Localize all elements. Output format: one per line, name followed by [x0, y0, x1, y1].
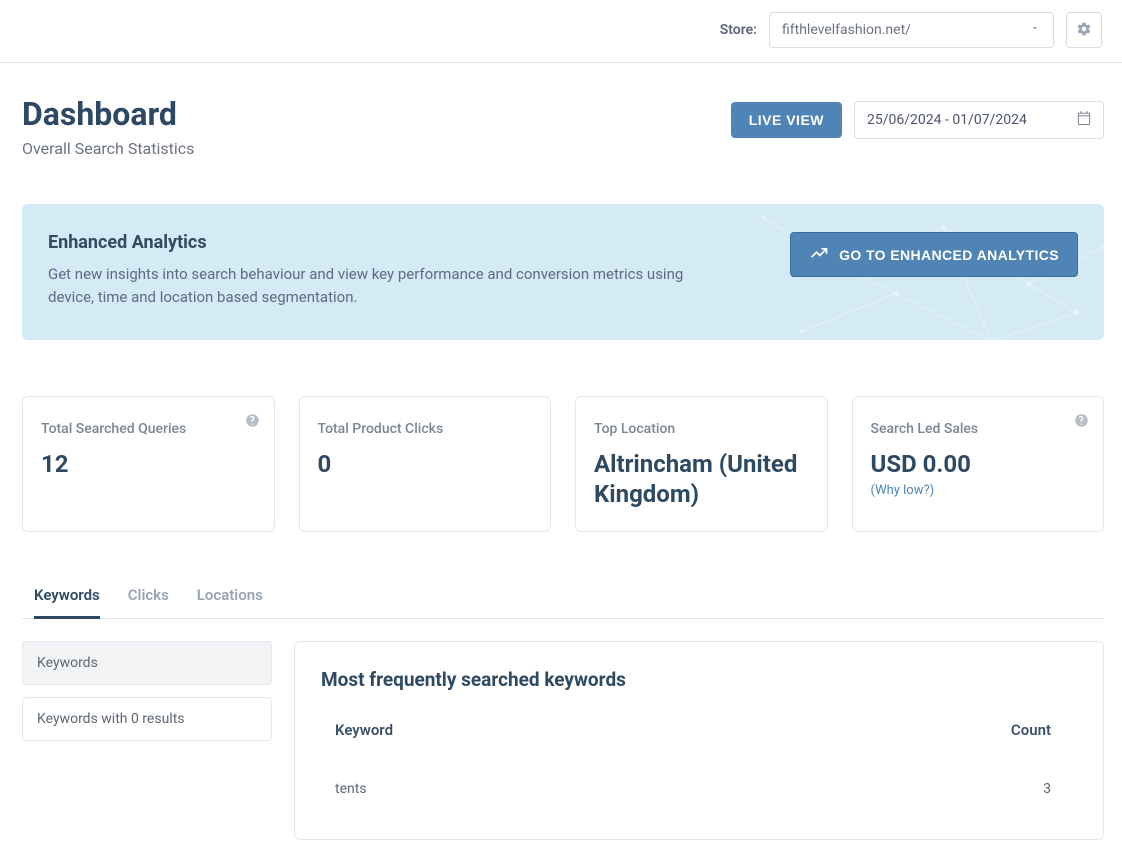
date-range-picker[interactable]: 25/06/2024 - 01/07/2024: [854, 101, 1104, 139]
panel-title: Most frequently searched keywords: [321, 668, 1065, 691]
side-list: Keywords Keywords with 0 results: [22, 641, 272, 840]
calendar-icon: [1077, 111, 1091, 129]
cell-keyword: tents: [335, 781, 367, 797]
gear-icon: [1076, 21, 1092, 40]
live-view-button[interactable]: LIVE VIEW: [731, 102, 842, 138]
page-header: Dashboard Overall Search Statistics LIVE…: [22, 95, 1104, 158]
banner-button-label: GO TO ENHANCED ANALYTICS: [839, 247, 1059, 263]
stat-value: USD 0.00: [871, 449, 1086, 479]
stat-label: Total Searched Queries: [41, 421, 256, 437]
cell-count: 3: [1043, 781, 1051, 797]
stat-label: Top Location: [594, 421, 809, 437]
stat-card-clicks: Total Product Clicks 0: [299, 396, 552, 532]
enhanced-analytics-button[interactable]: GO TO ENHANCED ANALYTICS: [790, 232, 1078, 277]
stat-label: Total Product Clicks: [318, 421, 533, 437]
help-icon[interactable]: [245, 413, 260, 428]
lower-section: Keywords Keywords with 0 results Most fr…: [22, 641, 1104, 840]
tab-locations[interactable]: Locations: [197, 580, 263, 619]
store-select[interactable]: fifthlevelfashion.net/: [769, 12, 1054, 48]
stat-value: 0: [318, 449, 533, 479]
banner-title: Enhanced Analytics: [48, 232, 728, 253]
top-bar: Store: fifthlevelfashion.net/: [0, 0, 1122, 63]
stat-card-location: Top Location Altrincham (United Kingdom): [575, 396, 828, 532]
stat-value: Altrincham (United Kingdom): [594, 449, 809, 509]
tab-keywords[interactable]: Keywords: [34, 580, 100, 619]
keywords-panel: Most frequently searched keywords Keywor…: [294, 641, 1104, 840]
side-item-keywords[interactable]: Keywords: [22, 641, 272, 685]
col-keyword: Keyword: [335, 721, 393, 739]
stats-row: Total Searched Queries 12 Total Product …: [22, 396, 1104, 532]
store-value: fifthlevelfashion.net/: [782, 22, 911, 38]
settings-button[interactable]: [1066, 12, 1102, 48]
help-icon[interactable]: [1074, 413, 1089, 428]
trend-up-icon: [809, 243, 829, 266]
why-low-link[interactable]: (Why low?): [871, 483, 1086, 498]
side-item-zero-results[interactable]: Keywords with 0 results: [22, 697, 272, 741]
stat-card-sales: Search Led Sales USD 0.00 (Why low?): [852, 396, 1105, 532]
banner-description: Get new insights into search behaviour a…: [48, 263, 728, 308]
enhanced-analytics-banner: Enhanced Analytics Get new insights into…: [22, 204, 1104, 340]
stat-card-queries: Total Searched Queries 12: [22, 396, 275, 532]
stat-value: 12: [41, 449, 256, 479]
col-count: Count: [1011, 721, 1051, 739]
stat-label: Search Led Sales: [871, 421, 1086, 437]
keywords-table: Keyword Count tents 3: [321, 721, 1065, 809]
page-subtitle: Overall Search Statistics: [22, 139, 194, 158]
table-row: tents 3: [321, 769, 1065, 809]
page-title: Dashboard: [22, 95, 194, 133]
tab-clicks[interactable]: Clicks: [128, 580, 169, 619]
chevron-down-icon: [1029, 22, 1041, 38]
table-head: Keyword Count: [321, 721, 1065, 769]
store-label: Store:: [720, 22, 757, 38]
tabs: Keywords Clicks Locations: [22, 580, 1104, 619]
date-range-value: 25/06/2024 - 01/07/2024: [867, 112, 1027, 128]
